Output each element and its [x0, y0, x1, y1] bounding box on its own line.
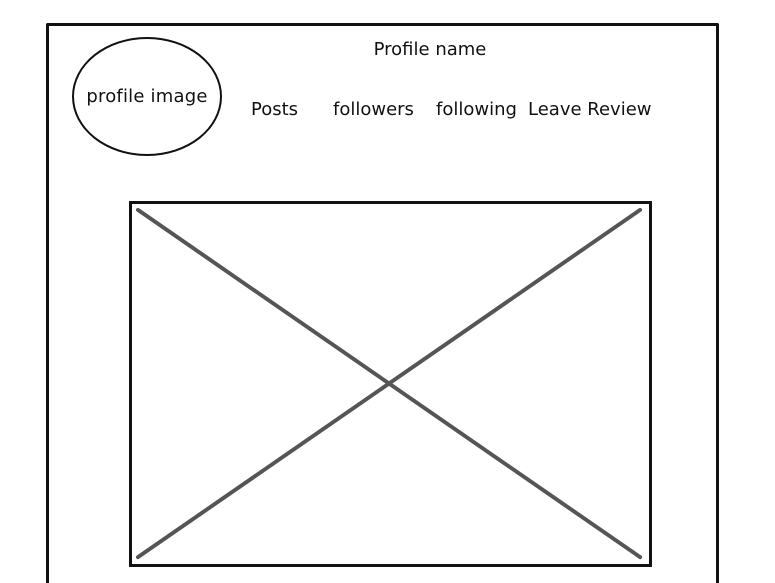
image-placeholder [129, 201, 652, 567]
profile-image[interactable]: profile image [72, 37, 222, 156]
posts-link[interactable]: Posts [251, 99, 298, 120]
image-placeholder-cross-icon [135, 207, 643, 560]
leave-review-link[interactable]: Leave Review [528, 99, 652, 120]
followers-link[interactable]: followers [333, 99, 414, 120]
profile-image-label: profile image [86, 86, 208, 107]
following-link[interactable]: following [436, 99, 517, 120]
profile-name: Profile name [373, 39, 487, 60]
